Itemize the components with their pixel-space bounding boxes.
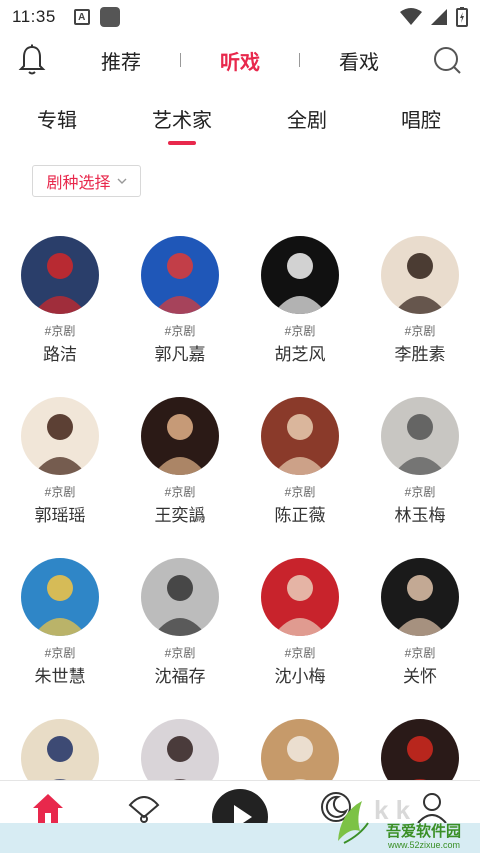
- artist-genre-tag: #京剧: [164, 646, 196, 660]
- artist-item[interactable]: #京剧李胜素: [360, 236, 480, 365]
- app-screen: 11:35 A 推荐 听戏 看戏 专辑 艺术家 全剧 唱腔 剧种选择 #京剧 路…: [0, 0, 480, 853]
- tab-albums[interactable]: 专辑: [12, 104, 102, 133]
- artist-genre-tag: #京剧: [404, 485, 436, 499]
- home-icon[interactable]: [30, 791, 66, 825]
- watermark-url: www.52zixue.com: [388, 840, 461, 850]
- chevron-down-icon: [117, 178, 126, 184]
- topnav-recommend[interactable]: 推荐: [101, 46, 141, 75]
- tab-arias[interactable]: 唱腔: [376, 104, 466, 133]
- artist-name: 胡芝风: [274, 345, 326, 364]
- bell-icon[interactable]: [18, 44, 46, 76]
- topnav-watch[interactable]: 看戏: [339, 46, 379, 75]
- artist-name: 郭凡嘉: [154, 345, 206, 364]
- artist-avatar: [261, 558, 339, 636]
- artist-avatar: [381, 397, 459, 475]
- fan-icon[interactable]: [126, 791, 162, 825]
- artist-avatar: [261, 397, 339, 475]
- artist-item[interactable]: #京剧王奕譌: [120, 397, 240, 526]
- status-time: 11:35: [12, 7, 56, 26]
- artist-item[interactable]: #京剧沈福存: [120, 558, 240, 687]
- artist-name: 朱世慧: [34, 667, 86, 686]
- artist-item[interactable]: #京剧胡芝风: [240, 236, 360, 365]
- artist-avatar: [381, 558, 459, 636]
- artist-name: 郭瑶瑶: [34, 506, 86, 525]
- artist-item[interactable]: #京剧郭凡嘉: [120, 236, 240, 365]
- artist-genre-tag: #京剧: [164, 324, 196, 338]
- artist-genre-tag: #京剧: [404, 646, 436, 660]
- artist-avatar: [261, 236, 339, 314]
- artist-avatar: [381, 236, 459, 314]
- artist-genre-tag: #京剧: [284, 646, 316, 660]
- artist-name: 路洁: [43, 345, 77, 364]
- artist-genre-tag: #京剧: [284, 324, 316, 338]
- tab-full-plays[interactable]: 全剧: [262, 104, 352, 133]
- artist-genre-tag: #京剧: [284, 485, 316, 499]
- artist-name: 沈福存: [154, 667, 206, 686]
- artist-item[interactable]: #京剧沈小梅: [240, 558, 360, 687]
- artist-item[interactable]: #京剧关怀: [360, 558, 480, 687]
- top-nav: 推荐 听戏 看戏: [0, 38, 480, 84]
- active-tab-indicator: [168, 141, 196, 145]
- category-tabs: 专辑 艺术家 全剧 唱腔: [0, 98, 480, 150]
- artist-item[interactable]: #京剧朱世慧: [0, 558, 120, 687]
- topnav-listen[interactable]: 听戏: [220, 46, 260, 75]
- artist-genre-tag: #京剧: [44, 646, 76, 660]
- artist-avatar: [21, 397, 99, 475]
- artist-name: 沈小梅: [274, 667, 326, 686]
- notification-app-icon: [99, 7, 120, 27]
- signal-icon: [431, 9, 447, 25]
- tab-artists[interactable]: 艺术家: [137, 104, 227, 133]
- artist-item[interactable]: #京剧林玉梅: [360, 397, 480, 526]
- topnav-divider: [180, 53, 181, 67]
- artist-name: 陈正薇: [274, 506, 326, 525]
- artist-genre-tag: #京剧: [404, 324, 436, 338]
- watermark-text: 吾爱软件园: [386, 823, 462, 840]
- notification-a-icon: A: [73, 9, 90, 25]
- artist-genre-tag: #京剧: [44, 485, 76, 499]
- status-bar: 11:35 A: [0, 0, 480, 34]
- artist-name: 林玉梅: [394, 506, 446, 525]
- filter-label: 剧种选择: [46, 175, 111, 192]
- status-icons: [400, 7, 468, 27]
- artist-item[interactable]: #京剧陈正薇: [240, 397, 360, 526]
- artist-avatar: [141, 236, 219, 314]
- artist-name: 王奕譌: [154, 506, 206, 525]
- battery-icon: [456, 7, 468, 27]
- wifi-icon: [400, 8, 422, 25]
- artist-avatar: [141, 397, 219, 475]
- artist-avatar: [141, 558, 219, 636]
- artist-item[interactable]: #京剧路洁: [0, 236, 120, 365]
- artist-avatar: [21, 558, 99, 636]
- opera-type-filter-button[interactable]: 剧种选择: [32, 165, 141, 197]
- artist-name: 关怀: [403, 667, 437, 686]
- artist-avatar: [21, 236, 99, 314]
- search-icon[interactable]: [432, 44, 462, 76]
- artist-genre-tag: #京剧: [44, 324, 76, 338]
- artist-item[interactable]: #京剧郭瑶瑶: [0, 397, 120, 526]
- artist-genre-tag: #京剧: [164, 485, 196, 499]
- topnav-divider: [299, 53, 300, 67]
- artist-name: 李胜素: [394, 345, 446, 364]
